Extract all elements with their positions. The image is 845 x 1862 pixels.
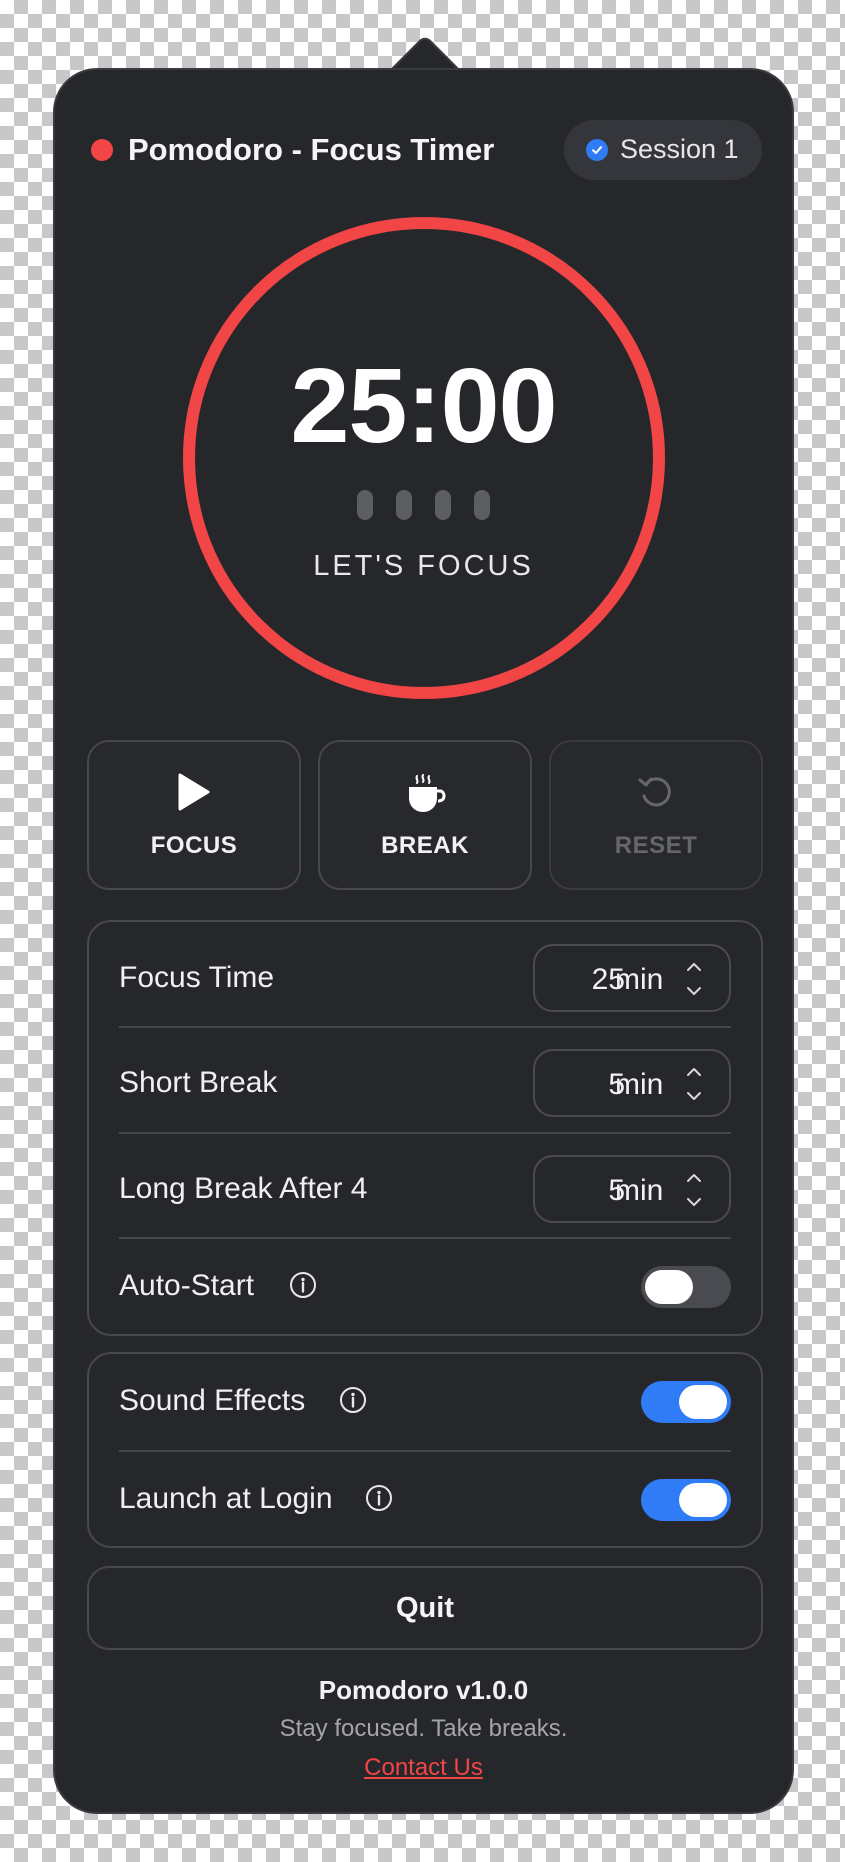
- stepper-arrows-icon[interactable]: [685, 1169, 703, 1211]
- divider: [119, 1026, 731, 1028]
- info-icon[interactable]: [339, 1386, 367, 1414]
- divider: [119, 1450, 731, 1452]
- session-label: Session 1: [620, 134, 739, 164]
- play-icon: [178, 773, 210, 811]
- focus-time-row: Focus Time 25 min: [119, 944, 731, 1012]
- auto-start-toggle[interactable]: [641, 1266, 731, 1308]
- focus-time-label: Focus Time: [119, 961, 275, 994]
- session-dots: [55, 490, 792, 520]
- focus-button-label: FOCUS: [150, 832, 238, 859]
- toggle-knob: [645, 1270, 693, 1304]
- contact-us-link[interactable]: Contact Us: [55, 1754, 792, 1782]
- sound-effects-toggle[interactable]: [641, 1381, 731, 1423]
- info-icon[interactable]: [289, 1271, 317, 1299]
- quit-button[interactable]: Quit: [87, 1566, 763, 1650]
- header: Pomodoro - Focus Timer Session 1: [55, 120, 792, 180]
- footer-tagline: Stay focused. Take breaks.: [279, 1715, 568, 1742]
- divider: [119, 1132, 731, 1134]
- long-break-label: Long Break After 4: [119, 1172, 368, 1205]
- timer-display: 25:00: [290, 347, 557, 465]
- reset-button-label: RESET: [614, 832, 698, 859]
- info-icon[interactable]: [365, 1484, 393, 1512]
- coffee-cup-icon: [409, 774, 446, 812]
- launch-at-login-toggle[interactable]: [641, 1479, 731, 1521]
- red-dot-icon: [91, 139, 113, 161]
- auto-start-label: Auto-Start: [119, 1269, 255, 1302]
- preferences-card: Sound Effects Launch at Login: [87, 1352, 763, 1548]
- toggle-knob: [679, 1483, 727, 1517]
- toggle-knob: [679, 1385, 727, 1419]
- session-badge[interactable]: Session 1: [564, 120, 762, 180]
- controls: FOCUS BREAK RESET: [87, 740, 763, 890]
- sound-effects-label: Sound Effects: [119, 1384, 306, 1417]
- long-break-row: Long Break After 4 5 min: [119, 1155, 731, 1223]
- short-break-stepper[interactable]: 5 min: [533, 1049, 731, 1117]
- sound-effects-row: Sound Effects: [119, 1372, 731, 1432]
- reset-icon: [638, 777, 671, 807]
- check-circle-icon: [586, 139, 608, 161]
- mode-label: LET'S FOCUS: [313, 550, 534, 582]
- focus-button[interactable]: FOCUS: [87, 740, 301, 890]
- pomodoro-panel: Pomodoro - Focus Timer Session 1 25:00 L…: [53, 68, 794, 1814]
- reset-button[interactable]: RESET: [549, 740, 763, 890]
- stepper-arrows-icon[interactable]: [685, 1063, 703, 1105]
- stepper-arrows-icon[interactable]: [685, 958, 703, 1000]
- short-break-unit: min: [615, 1068, 664, 1101]
- long-break-stepper[interactable]: 5 min: [533, 1155, 731, 1223]
- break-button-label: BREAK: [381, 832, 469, 859]
- launch-at-login-label: Launch at Login: [119, 1482, 333, 1515]
- short-break-label: Short Break: [119, 1066, 278, 1099]
- session-dot: [435, 490, 451, 520]
- focus-time-unit: min: [615, 963, 664, 996]
- timer-settings-card: Focus Time 25 min Short Break 5 min Long…: [87, 920, 763, 1336]
- session-dot: [396, 490, 412, 520]
- focus-time-stepper[interactable]: 25 min: [533, 944, 731, 1012]
- session-dot: [357, 490, 373, 520]
- session-dot: [474, 490, 490, 520]
- break-button[interactable]: BREAK: [318, 740, 532, 890]
- auto-start-row: Auto-Start: [119, 1257, 731, 1317]
- short-break-row: Short Break 5 min: [119, 1049, 731, 1117]
- app-title: Pomodoro - Focus Timer: [128, 132, 495, 167]
- long-break-unit: min: [615, 1174, 664, 1207]
- footer-version: Pomodoro v1.0.0: [318, 1675, 529, 1705]
- divider: [119, 1237, 731, 1239]
- launch-at-login-row: Launch at Login: [119, 1470, 731, 1530]
